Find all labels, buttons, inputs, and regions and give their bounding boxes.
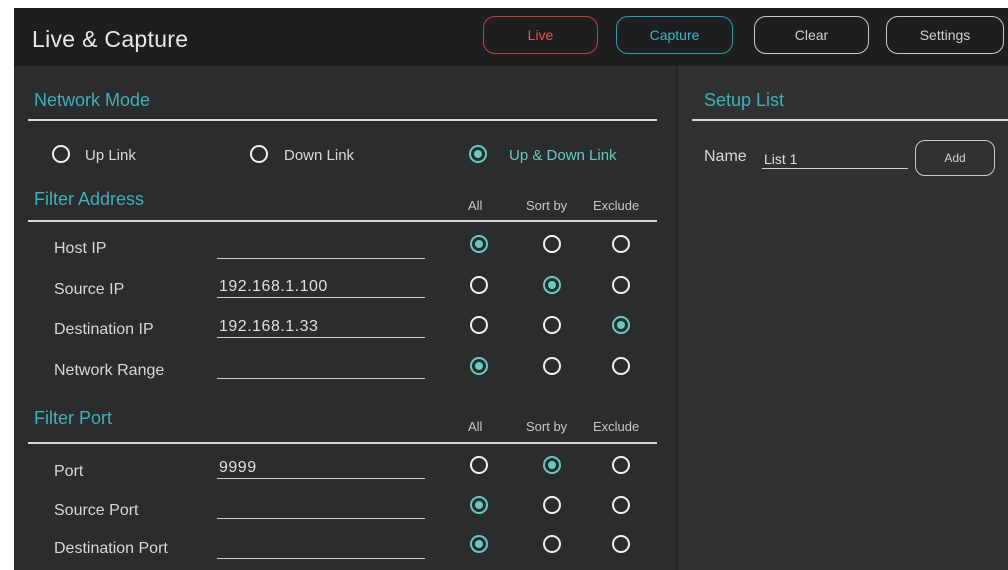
filter-port-title: Filter Port bbox=[34, 408, 113, 428]
source-port-label: Source Port bbox=[54, 502, 139, 519]
app-screen: Live & Capture Live Capture Clear Settin… bbox=[14, 8, 1008, 570]
destination-ip-value: 192.168.1.33 bbox=[219, 318, 319, 335]
up-down-link-radio[interactable] bbox=[469, 145, 487, 163]
clear-button[interactable]: Clear bbox=[754, 16, 869, 54]
source-port-all-radio[interactable] bbox=[470, 496, 488, 514]
port-exclude-radio[interactable] bbox=[612, 456, 630, 474]
network-mode-divider bbox=[28, 119, 657, 121]
filter-address-divider bbox=[28, 220, 657, 222]
host-ip-input[interactable] bbox=[217, 236, 425, 259]
network-range-exclude-radio[interactable] bbox=[612, 357, 630, 375]
uplink-radio[interactable] bbox=[52, 145, 70, 163]
port-col-all: All bbox=[468, 419, 483, 434]
destination-port-all-radio[interactable] bbox=[470, 535, 488, 553]
host-ip-exclude-radio[interactable] bbox=[612, 235, 630, 253]
uplink-label: Up Link bbox=[85, 147, 136, 164]
source-port-sortby-radio[interactable] bbox=[543, 496, 561, 514]
capture-button[interactable]: Capture bbox=[616, 16, 733, 54]
setup-list-title: Setup List bbox=[704, 90, 785, 110]
network-mode-title: Network Mode bbox=[34, 90, 151, 110]
downlink-radio[interactable] bbox=[250, 145, 268, 163]
network-range-sortby-radio[interactable] bbox=[543, 357, 561, 375]
downlink-label: Down Link bbox=[284, 147, 355, 164]
settings-button[interactable]: Settings bbox=[886, 16, 1004, 54]
source-ip-label: Source IP bbox=[54, 281, 125, 298]
source-ip-input[interactable]: 192.168.1.100 bbox=[217, 275, 425, 298]
address-col-exclude: Exclude bbox=[593, 198, 640, 213]
network-range-label: Network Range bbox=[54, 362, 165, 379]
address-col-sortby: Sort by bbox=[526, 198, 568, 213]
port-input[interactable]: 9999 bbox=[217, 456, 425, 479]
destination-ip-input[interactable]: 192.168.1.33 bbox=[217, 315, 425, 338]
source-ip-all-radio[interactable] bbox=[470, 276, 488, 294]
destination-port-sortby-radio[interactable] bbox=[543, 535, 561, 553]
filter-address-title: Filter Address bbox=[34, 189, 145, 209]
destination-port-exclude-radio[interactable] bbox=[612, 535, 630, 553]
destination-ip-sortby-radio[interactable] bbox=[543, 316, 561, 334]
address-col-all: All bbox=[468, 198, 483, 213]
source-port-exclude-radio[interactable] bbox=[612, 496, 630, 514]
source-port-input[interactable] bbox=[217, 496, 425, 519]
add-button[interactable]: Add bbox=[915, 140, 995, 176]
network-range-input[interactable] bbox=[217, 356, 425, 379]
host-ip-label: Host IP bbox=[54, 240, 107, 257]
header-bar: Live & Capture Live Capture Clear Settin… bbox=[14, 8, 1008, 66]
source-ip-value: 192.168.1.100 bbox=[219, 278, 328, 295]
setup-name-label: Name bbox=[704, 148, 747, 165]
port-label: Port bbox=[54, 463, 84, 480]
destination-ip-label: Destination IP bbox=[54, 321, 154, 338]
port-sortby-radio[interactable] bbox=[543, 456, 561, 474]
filter-panel: Network Mode Up Link Down Link Up & Down… bbox=[14, 66, 676, 570]
port-col-sortby: Sort by bbox=[526, 419, 568, 434]
source-ip-sortby-radio[interactable] bbox=[543, 276, 561, 294]
setup-list-panel: Setup List Name List 1 Add bbox=[678, 66, 1008, 570]
up-down-link-label: Up & Down Link bbox=[509, 147, 617, 164]
setup-name-value: List 1 bbox=[764, 151, 798, 167]
destination-ip-exclude-radio[interactable] bbox=[612, 316, 630, 334]
port-value: 9999 bbox=[219, 459, 257, 476]
source-ip-exclude-radio[interactable] bbox=[612, 276, 630, 294]
destination-port-label: Destination Port bbox=[54, 540, 168, 557]
setup-list-divider bbox=[692, 119, 1008, 121]
network-range-all-radio[interactable] bbox=[470, 357, 488, 375]
port-col-exclude: Exclude bbox=[593, 419, 640, 434]
host-ip-sortby-radio[interactable] bbox=[543, 235, 561, 253]
filter-port-divider bbox=[28, 442, 657, 444]
app-title: Live & Capture bbox=[32, 26, 189, 52]
live-button[interactable]: Live bbox=[483, 16, 598, 54]
destination-ip-all-radio[interactable] bbox=[470, 316, 488, 334]
port-all-radio[interactable] bbox=[470, 456, 488, 474]
destination-port-input[interactable] bbox=[217, 536, 425, 559]
setup-name-input[interactable]: List 1 bbox=[762, 144, 908, 169]
host-ip-all-radio[interactable] bbox=[470, 235, 488, 253]
